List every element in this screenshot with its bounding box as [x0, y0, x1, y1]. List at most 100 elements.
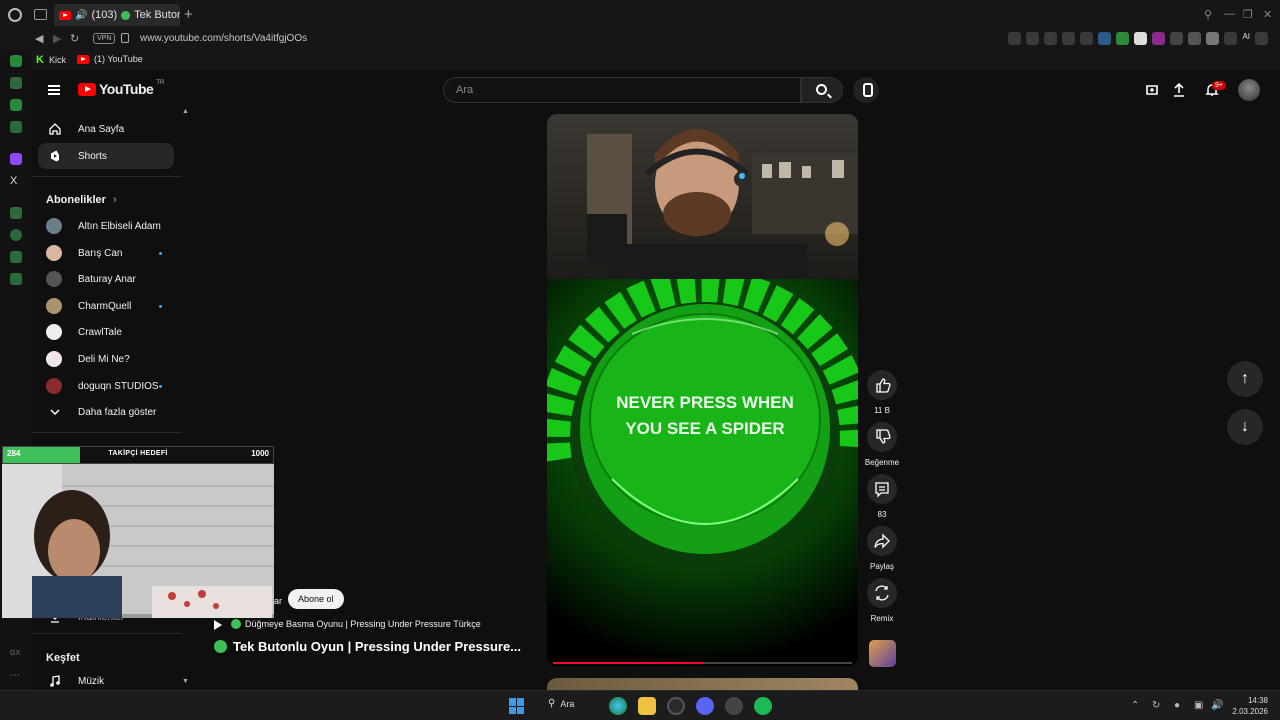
twitch-icon[interactable] [10, 153, 22, 165]
browser-tab-youtube[interactable]: 🔊 (103) Tek Butonlu O [54, 4, 180, 26]
youtube-logo[interactable]: YouTube TR [78, 80, 164, 97]
subscribe-button[interactable]: Abone ol [288, 589, 344, 609]
game-scene: NEVER PRESS WHEN YOU SEE A SPIDER [547, 269, 858, 666]
opera-menu-icon[interactable] [8, 8, 22, 22]
extension-icon[interactable] [10, 99, 22, 111]
display-icon[interactable]: ▣ [1194, 700, 1203, 711]
start-button[interactable] [509, 698, 525, 714]
extension-icon[interactable] [1224, 32, 1238, 45]
extension-icon[interactable] [10, 121, 22, 133]
mic-icon[interactable]: ● [1174, 700, 1180, 711]
profile-icon[interactable] [1206, 32, 1220, 45]
webcam-feed [2, 446, 274, 618]
channel-name[interactable]: ar [274, 596, 282, 606]
sidebar-scroll-down[interactable]: ▼ [182, 678, 189, 685]
extension-icon[interactable] [1152, 32, 1166, 45]
app-icon[interactable] [725, 697, 743, 715]
sidebar-sub-item[interactable]: Barış Can [38, 240, 174, 266]
close-window-button[interactable]: ✕ [1263, 8, 1272, 21]
extension-icon[interactable] [1170, 32, 1184, 45]
extension-icon[interactable] [1116, 32, 1130, 45]
workspace-icon[interactable] [10, 55, 22, 67]
subscriptions-heading[interactable]: Abonelikler › [46, 194, 117, 206]
sidebar-sub-item[interactable]: Baturay Anar [38, 266, 174, 292]
bookmark-kick[interactable]: K Kick [36, 54, 66, 66]
search-button[interactable] [801, 77, 843, 103]
like-button[interactable] [867, 370, 897, 400]
chevron-up-icon[interactable]: ⌃ [1131, 700, 1139, 711]
sound-channel-thumbnail[interactable] [869, 640, 896, 667]
maximize-button[interactable]: ❐ [1243, 8, 1253, 21]
search-input[interactable] [444, 78, 764, 102]
lock-icon[interactable] [121, 33, 129, 43]
url-field[interactable]: www.youtube.com/shorts/Va4itfgjOOs [140, 33, 307, 44]
avatar [46, 218, 62, 234]
comment-button[interactable] [867, 474, 897, 504]
forward-button[interactable]: ▶ [53, 32, 61, 45]
vpn-badge[interactable]: VPN [93, 33, 116, 44]
video-title[interactable]: Tek Butonlu Oyun | Pressing Under Pressu… [233, 639, 521, 654]
menu-icon[interactable] [48, 85, 60, 95]
share-button[interactable] [867, 526, 897, 556]
sidebar-sub-item[interactable]: Deli Mi Ne? [38, 346, 174, 372]
show-more-button[interactable]: Daha fazla göster [38, 399, 174, 425]
sync-icon[interactable]: ↻ [1152, 700, 1160, 711]
new-tab-button[interactable]: + [184, 6, 193, 23]
extension-icon[interactable] [10, 207, 22, 219]
taskbar-search[interactable]: ⚲ Ara [548, 698, 574, 709]
voice-search-button[interactable] [853, 77, 879, 103]
more-icon[interactable]: ⋯ [10, 670, 22, 682]
play-icon[interactable] [1062, 32, 1076, 45]
previous-short-button[interactable]: ↑ [1227, 361, 1263, 397]
account-avatar[interactable] [1238, 79, 1260, 101]
extension-icon[interactable] [1098, 32, 1112, 45]
audio-playing-icon[interactable]: 🔊 [75, 10, 87, 21]
x-icon[interactable]: X [10, 175, 22, 187]
goal-target: 1000 [251, 449, 269, 458]
sidebar-scroll-up[interactable]: ▲ [182, 108, 189, 115]
streamer-webcam [2, 446, 274, 618]
tab-overview-icon[interactable] [34, 9, 47, 20]
playlist-title[interactable]: Düğmeye Basma Oyunu | Pressing Under Pre… [245, 619, 481, 629]
sidebar-sub-item[interactable]: doguqn STUDIOS [38, 373, 174, 399]
extension-icon[interactable] [1134, 32, 1148, 45]
remix-button[interactable] [867, 578, 897, 608]
heart-icon[interactable] [1080, 32, 1094, 45]
gx-icon[interactable]: GX [10, 650, 22, 662]
pin-icon[interactable] [1008, 32, 1022, 45]
ai-button[interactable]: AI [1242, 32, 1250, 45]
dislike-button[interactable] [867, 422, 897, 452]
search-tabs-icon[interactable]: ⚲ [1204, 8, 1212, 21]
discord-icon[interactable] [696, 697, 714, 715]
shorts-player[interactable]: NEVER PRESS WHEN YOU SEE A SPIDER [547, 114, 858, 666]
dial-segment [675, 269, 697, 305]
sidebar-toggle-icon[interactable] [1255, 32, 1268, 45]
history-icon[interactable] [10, 229, 22, 241]
aria-icon[interactable] [10, 77, 22, 89]
volume-icon[interactable]: 🔊 [1211, 700, 1223, 711]
upload-icon[interactable] [1171, 82, 1187, 98]
extension-icon[interactable] [10, 251, 22, 263]
system-clock[interactable]: 14:38 2.03.2026 [1232, 695, 1268, 717]
reload-button[interactable]: ↻ [70, 32, 79, 45]
sidebar-item-home[interactable]: Ana Sayfa [38, 116, 174, 142]
minimize-button[interactable]: — [1224, 8, 1235, 20]
file-explorer-icon[interactable] [638, 697, 656, 715]
create-icon[interactable] [1144, 82, 1160, 98]
snapshot-icon[interactable] [1026, 32, 1040, 45]
bookmark-youtube[interactable]: (1) YouTube [77, 54, 143, 64]
edge-icon[interactable] [609, 697, 627, 715]
back-button[interactable]: ◀ [35, 32, 43, 45]
sidebar-item-shorts[interactable]: Shorts [38, 143, 174, 169]
shield-icon[interactable] [1044, 32, 1058, 45]
opera-gx-icon[interactable] [667, 697, 685, 715]
settings-icon[interactable] [10, 273, 22, 285]
sidebar-sub-item[interactable]: Altın Elbiseli Adam [38, 213, 174, 239]
extension-icon[interactable] [1188, 32, 1202, 45]
play-playlist-icon[interactable] [214, 620, 222, 630]
next-short-button[interactable]: ↓ [1227, 409, 1263, 445]
video-progress-bar[interactable] [553, 662, 852, 664]
sidebar-sub-item[interactable]: CharmQuell [38, 293, 174, 319]
spotify-icon[interactable] [754, 697, 772, 715]
sidebar-sub-item[interactable]: CrawlTale [38, 319, 174, 345]
